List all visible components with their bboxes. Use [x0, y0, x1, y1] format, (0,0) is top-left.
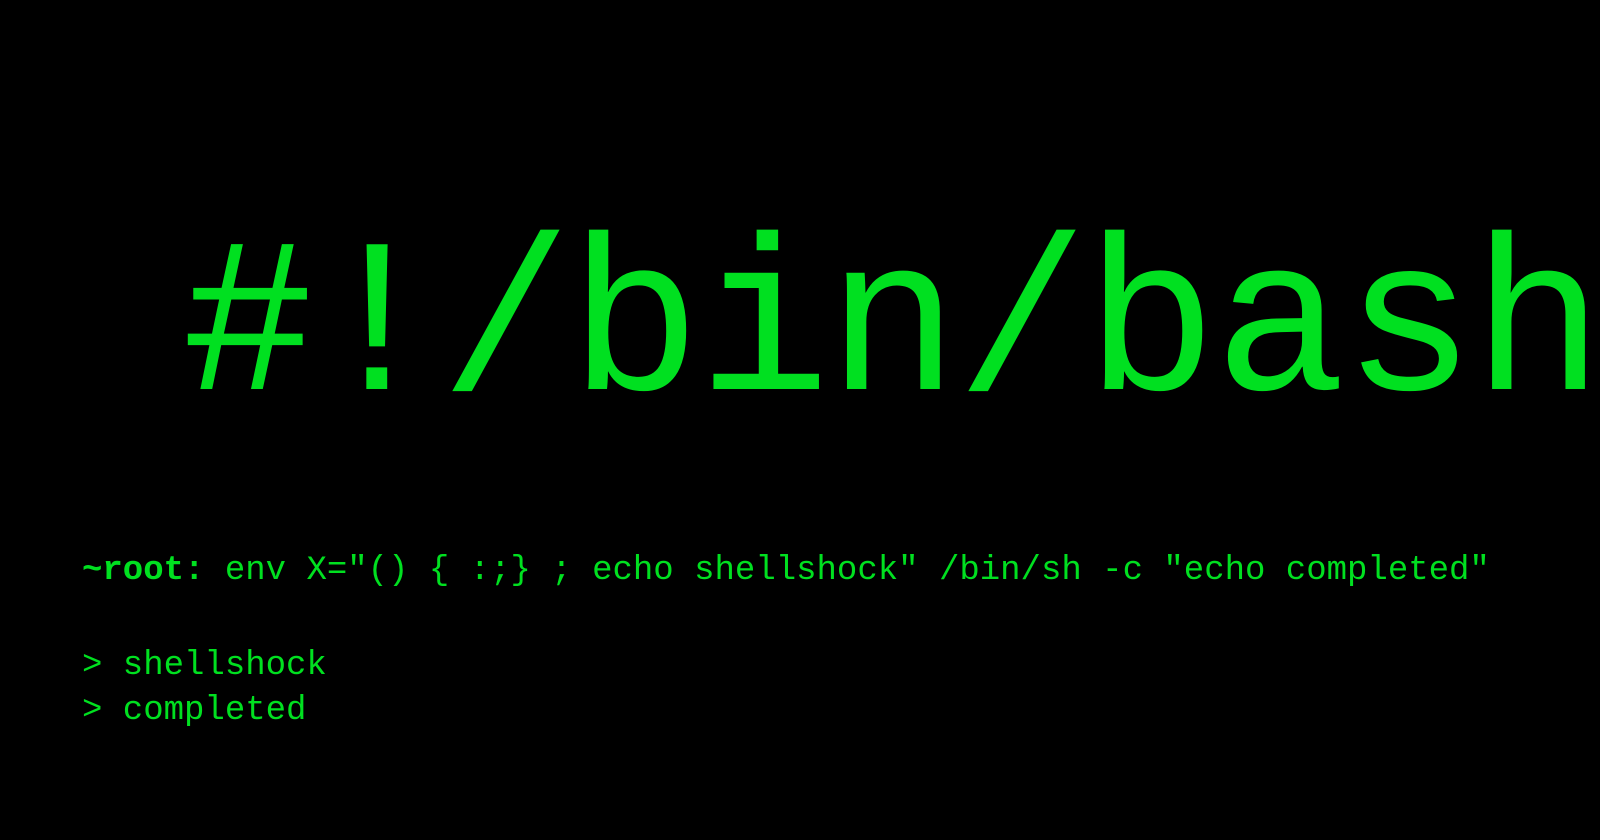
- command-text: env X="() { :;} ; echo shellshock" /bin/…: [225, 552, 1490, 590]
- prompt-user: ~root:: [82, 552, 204, 590]
- output-line-1: > shellshock: [82, 644, 1490, 690]
- output-line-2: > completed: [82, 689, 1490, 735]
- command-line[interactable]: ~root: env X="() { :;} ; echo shellshock…: [82, 548, 1490, 596]
- output-block: > shellshock > completed: [82, 644, 1490, 736]
- command-block: ~root: env X="() { :;} ; echo shellshock…: [82, 548, 1490, 735]
- shebang-heading: #!/bin/bash: [182, 222, 1600, 442]
- terminal-screen: #!/bin/bash ~root: env X="() { :;} ; ech…: [0, 0, 1600, 840]
